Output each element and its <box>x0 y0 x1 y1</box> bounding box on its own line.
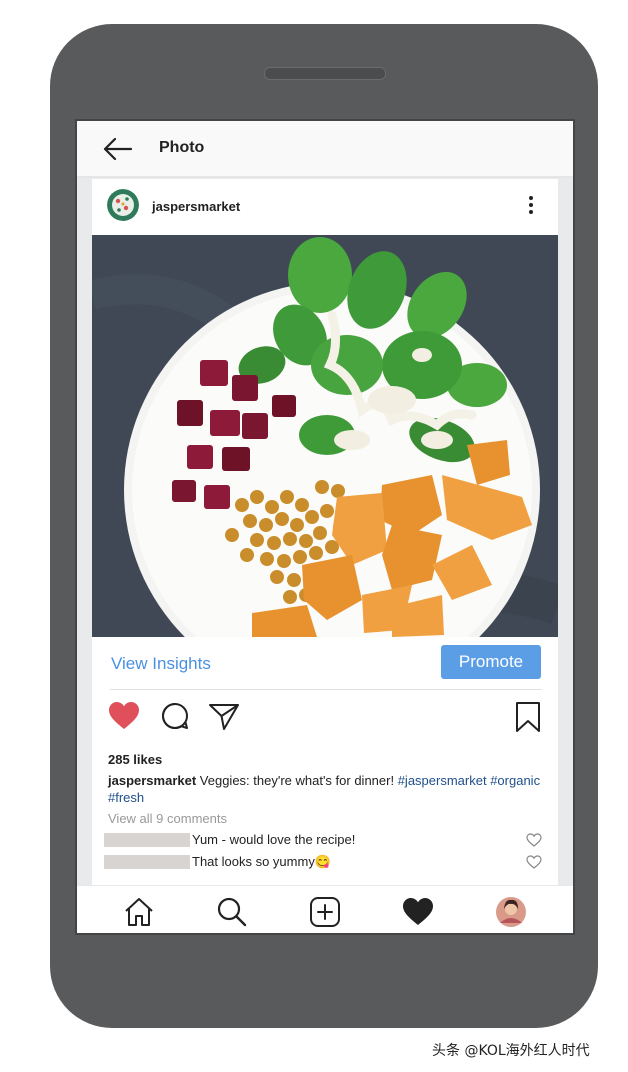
comment-item: Yum - would love the recipe! <box>104 831 550 849</box>
divider <box>110 689 542 690</box>
comment-text: Yum - would love the recipe! <box>192 832 356 847</box>
add-post-icon[interactable] <box>309 896 341 928</box>
activity-heart-icon[interactable] <box>402 896 434 928</box>
insights-row: View Insights Promote <box>92 637 558 691</box>
redacted-username <box>104 855 190 869</box>
view-insights-link[interactable]: View Insights <box>111 654 211 674</box>
heart-outline-icon[interactable] <box>526 833 542 847</box>
phone-speaker <box>264 67 386 80</box>
post-header: jaspersmarket <box>92 179 558 231</box>
watermark-text: 头条 @KOL海外红人时代 <box>432 1043 590 1059</box>
post-actions <box>92 699 558 739</box>
hashtag[interactable]: #fresh <box>108 790 144 805</box>
bottom-nav <box>77 885 573 933</box>
search-icon[interactable] <box>216 896 248 928</box>
avatar[interactable] <box>107 189 139 221</box>
comment-bubble-icon[interactable] <box>160 701 190 731</box>
heart-filled-icon[interactable] <box>108 701 140 731</box>
back-arrow-icon[interactable] <box>101 135 135 163</box>
page-title: Photo <box>159 139 205 156</box>
view-all-comments-link[interactable]: View all 9 comments <box>108 811 227 826</box>
heart-outline-icon[interactable] <box>526 855 542 869</box>
redacted-username <box>104 833 190 847</box>
phone-frame: Photo jaspersmarket View Insights Promot… <box>50 24 598 1028</box>
profile-avatar-icon[interactable] <box>495 896 527 928</box>
home-icon[interactable] <box>123 896 155 928</box>
promote-button[interactable]: Promote <box>441 645 541 679</box>
app-screen: Photo jaspersmarket View Insights Promot… <box>75 119 575 935</box>
more-vertical-icon[interactable] <box>522 193 540 217</box>
caption-text: Veggies: they're what's for dinner! <box>196 773 398 788</box>
comment-item: That looks so yummy😋 <box>104 853 550 871</box>
likes-count[interactable]: 285 likes <box>108 752 162 767</box>
post-caption: jaspersmarket Veggies: they're what's fo… <box>108 772 548 806</box>
hashtag[interactable]: #jaspersmarket <box>398 773 487 788</box>
hashtag[interactable]: #organic <box>490 773 540 788</box>
send-icon[interactable] <box>208 701 240 731</box>
post-username[interactable]: jaspersmarket <box>152 199 240 214</box>
top-bar: Photo <box>77 121 573 178</box>
post-photo[interactable] <box>92 235 558 637</box>
bookmark-icon[interactable] <box>514 701 542 733</box>
comment-text: That looks so yummy😋 <box>192 854 332 869</box>
post-card: jaspersmarket View Insights Promote 285 … <box>92 179 558 933</box>
caption-username[interactable]: jaspersmarket <box>108 773 196 788</box>
